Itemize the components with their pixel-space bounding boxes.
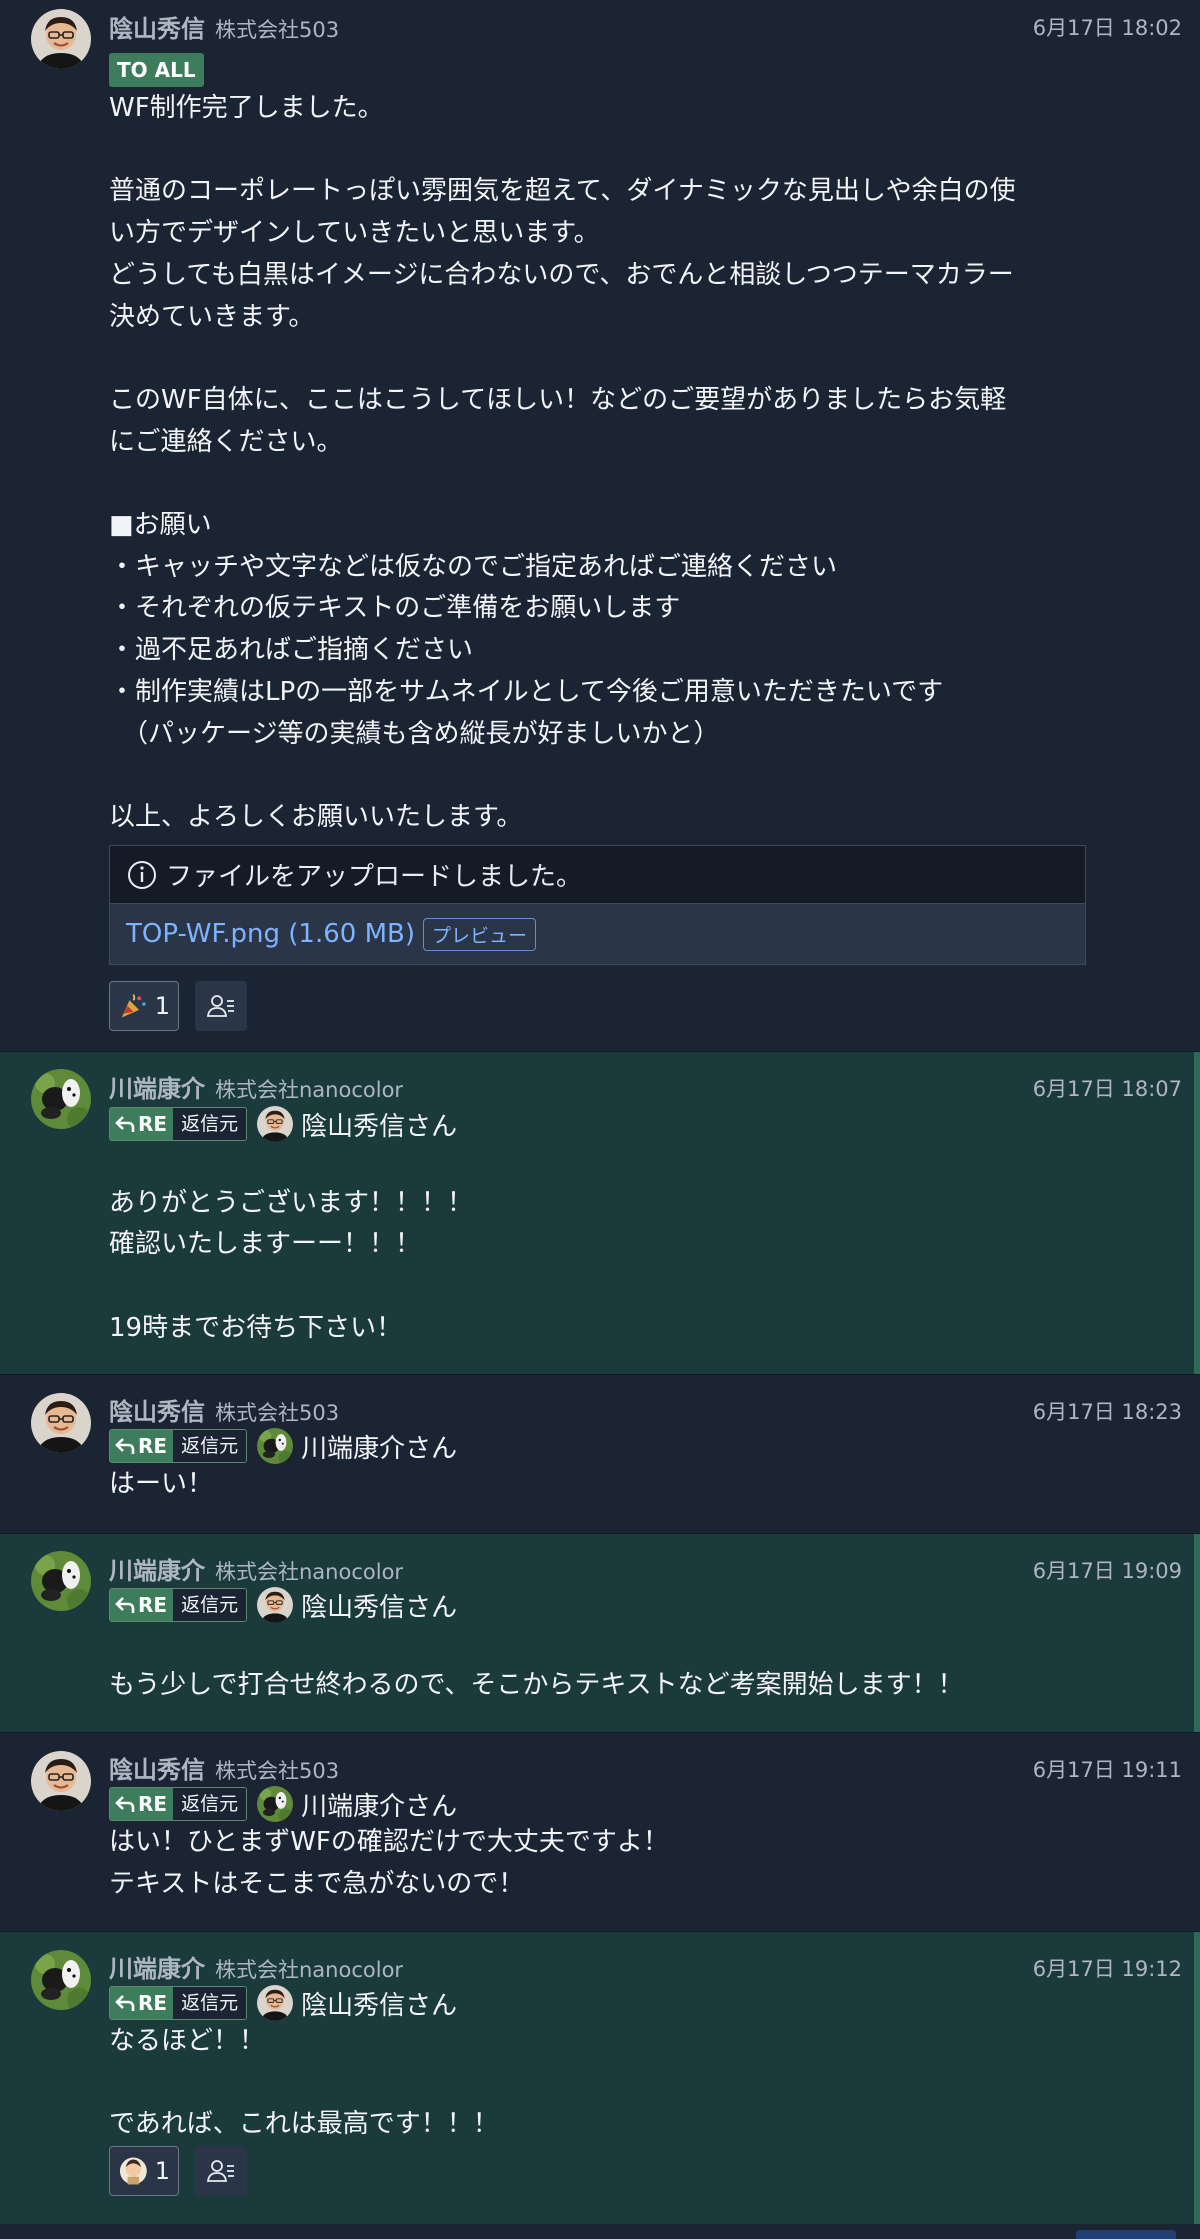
reply-avatar — [257, 1106, 293, 1142]
reply-to-name: 陰山秀信さん — [301, 1990, 458, 2021]
author-name[interactable]: 川端康介 — [109, 1069, 205, 1104]
company-name: 株式会社503 — [215, 1759, 340, 1783]
file-attachment: ファイルをアップロードしました。 TOP-WF.png (1.60 MB) プレ… — [109, 845, 1086, 965]
reply-source-label: 返信元 — [173, 1589, 247, 1621]
reply-to-name: 川端康介さん — [301, 1791, 458, 1822]
avatar[interactable] — [31, 1751, 91, 1811]
reaction-count: 1 — [154, 992, 170, 1020]
reply-source-label: 返信元 — [173, 1788, 247, 1820]
message-body: WF制作完了しました。 普通のコーポレートっぽい雰囲気を超えて、ダイナミックな見… — [109, 93, 1016, 832]
file-notice: ファイルをアップロードしました。 — [110, 846, 1085, 904]
message-item: 川端康介 株式会社nanocolor 6月17日 18:07 RE 返信元 陰山… — [0, 1052, 1200, 1375]
reply-source-label: 返信元 — [173, 1108, 247, 1140]
avatar[interactable] — [31, 1393, 91, 1453]
reply-avatar — [257, 1428, 293, 1464]
author-name[interactable]: 川端康介 — [109, 1949, 205, 1984]
company-name: 株式会社nanocolor — [215, 1958, 404, 1982]
message-body: ありがとうございます！！！！ 確認いたしますーー！！！ 19時までお待ち下さい！ — [109, 1187, 474, 1343]
author-name[interactable]: 陰山秀信 — [109, 1392, 205, 1427]
avatar[interactable] — [31, 1551, 91, 1611]
scroll-bottom-button[interactable] — [1076, 2230, 1176, 2239]
reply-reference[interactable]: RE 返信元 陰山秀信さん — [109, 1588, 457, 1622]
avatar[interactable] — [31, 1950, 91, 2010]
re-label: RE — [138, 1593, 168, 1617]
footer-strip — [0, 2224, 1200, 2239]
re-label: RE — [138, 1792, 168, 1816]
message-body: なるほど！！ であれば、これは最高です！！！ — [109, 2026, 499, 2140]
company-name: 株式会社503 — [215, 18, 340, 42]
message-body: はい！ひとまずWFの確認だけで大丈夫ですよ！ テキストはそこまで急がないので！ — [109, 1827, 669, 1899]
reply-to-name: 陰山秀信さん — [301, 1592, 458, 1623]
user-list-icon — [206, 2160, 234, 2182]
message-body: もう少しで打合せ終わるので、そこからテキストなど考案開始します！！ — [109, 1669, 964, 1700]
re-label: RE — [138, 1991, 168, 2015]
timestamp: 6月17日 18:02 — [1032, 16, 1182, 40]
message-body: はーい！ — [109, 1469, 214, 1499]
reply-source-label: 返信元 — [173, 1430, 247, 1462]
message-item: 川端康介 株式会社nanocolor 6月17日 19:12 RE 返信元 陰山… — [0, 1932, 1200, 2224]
message-item: 陰山秀信 株式会社503 6月17日 18:02 TO ALL WF制作完了しま… — [0, 0, 1200, 1052]
reply-reference[interactable]: RE 返信元 川端康介さん — [109, 1429, 457, 1463]
file-notice-text: ファイルをアップロードしました。 — [166, 862, 583, 892]
reaction-users-button[interactable] — [195, 2146, 247, 2196]
reply-arrow-icon — [115, 1597, 135, 1613]
reaction-button[interactable]: 1 — [109, 2146, 179, 2196]
reply-to-name: 陰山秀信さん — [301, 1111, 458, 1142]
timestamp: 6月17日 18:07 — [1032, 1077, 1182, 1101]
re-label: RE — [138, 1434, 168, 1458]
re-label: RE — [138, 1112, 168, 1136]
timestamp: 6月17日 19:12 — [1032, 1957, 1182, 1981]
avatar[interactable] — [31, 1069, 91, 1129]
party-popper-icon — [121, 994, 146, 1018]
company-name: 株式会社503 — [215, 1401, 340, 1425]
company-name: 株式会社nanocolor — [215, 1078, 404, 1102]
reply-to-name: 川端康介さん — [301, 1433, 458, 1464]
reply-arrow-icon — [115, 1438, 135, 1454]
reply-arrow-icon — [115, 1995, 135, 2011]
message-item: 川端康介 株式会社nanocolor 6月17日 19:09 RE 返信元 陰山… — [0, 1534, 1200, 1733]
reply-avatar — [257, 1587, 293, 1623]
author-name[interactable]: 陰山秀信 — [109, 9, 205, 44]
reply-avatar — [257, 1786, 293, 1822]
reaction-users-button[interactable] — [195, 981, 247, 1031]
message-item: 陰山秀信 株式会社503 6月17日 18:23 RE 返信元 川端康介さん は… — [0, 1375, 1200, 1534]
file-link[interactable]: TOP-WF.png (1.60 MB) — [126, 919, 415, 949]
reply-reference[interactable]: RE 返信元 陰山秀信さん — [109, 1986, 457, 2020]
reply-arrow-icon — [115, 1116, 135, 1132]
reaction-button[interactable]: 1 — [109, 981, 179, 1031]
user-list-icon — [206, 995, 234, 1017]
reply-source-label: 返信元 — [173, 1987, 247, 2019]
message-item: 陰山秀信 株式会社503 6月17日 19:11 RE 返信元 川端康介さん は… — [0, 1733, 1200, 1932]
reply-reference[interactable]: RE 返信元 川端康介さん — [109, 1787, 457, 1821]
author-name[interactable]: 陰山秀信 — [109, 1750, 205, 1785]
avatar[interactable] — [31, 9, 91, 69]
reply-arrow-icon — [115, 1796, 135, 1812]
info-icon — [128, 860, 156, 889]
to-all-badge: TO ALL — [109, 53, 204, 87]
reply-reference[interactable]: RE 返信元 陰山秀信さん — [109, 1107, 457, 1141]
author-name[interactable]: 川端康介 — [109, 1551, 205, 1586]
timestamp: 6月17日 19:11 — [1032, 1758, 1182, 1782]
reaction-count: 1 — [154, 2157, 170, 2185]
reply-avatar — [257, 1985, 293, 2021]
avatar-emoji-icon — [119, 2157, 147, 2185]
company-name: 株式会社nanocolor — [215, 1560, 404, 1584]
preview-button[interactable]: プレビュー — [423, 917, 537, 951]
timestamp: 6月17日 18:23 — [1032, 1400, 1182, 1424]
timestamp: 6月17日 19:09 — [1032, 1559, 1182, 1583]
